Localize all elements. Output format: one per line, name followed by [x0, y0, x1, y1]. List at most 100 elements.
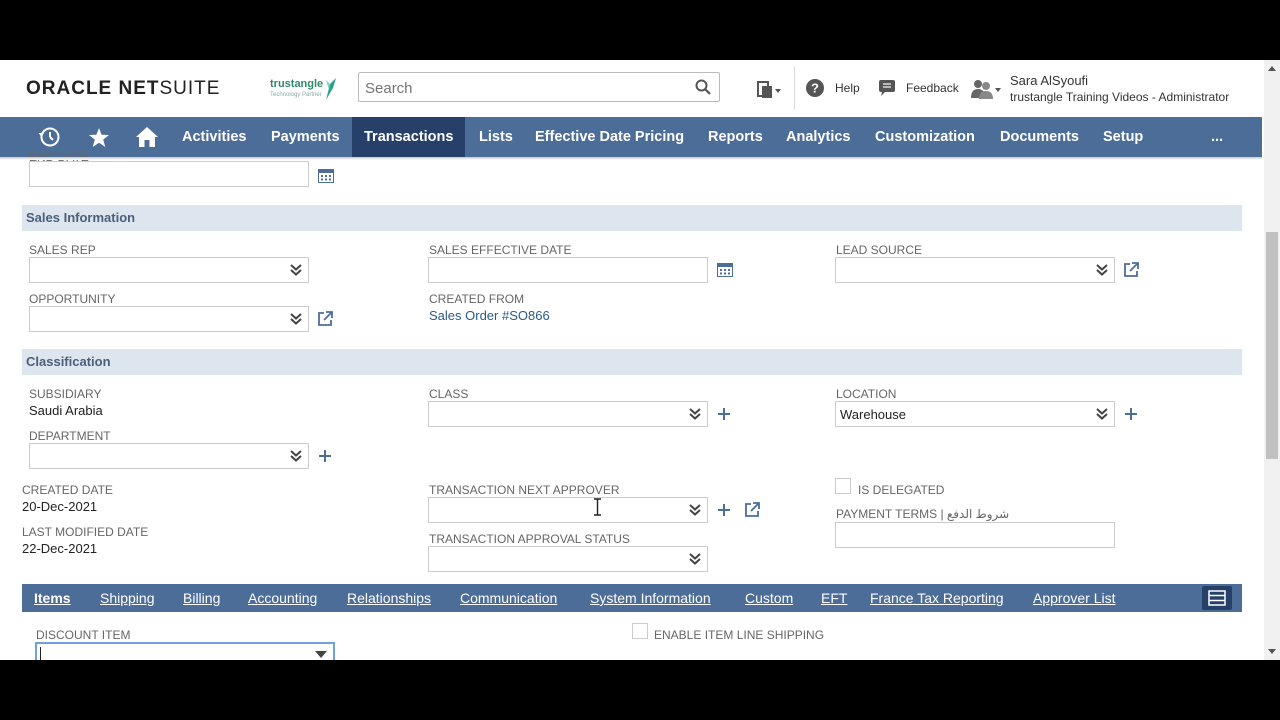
subtab-bar: Items Shipping Billing Accounting Relati…: [22, 584, 1242, 612]
class-label: CLASS: [429, 387, 469, 401]
opportunity-select[interactable]: [29, 306, 309, 332]
calendar-icon[interactable]: [318, 168, 334, 183]
nav-more[interactable]: ...: [1211, 117, 1223, 157]
subtab-shipping[interactable]: Shipping: [100, 590, 155, 606]
class-select[interactable]: [428, 401, 708, 427]
nav-effective-date-pricing[interactable]: Effective Date Pricing: [535, 117, 684, 157]
lead-source-label: LEAD SOURCE: [836, 243, 923, 257]
double-chevron-down-icon[interactable]: [689, 408, 701, 420]
nav-reports[interactable]: Reports: [708, 117, 763, 157]
help-icon[interactable]: ?: [806, 79, 824, 97]
subtab-custom[interactable]: Custom: [745, 590, 793, 606]
section-title: Sales Information: [26, 210, 136, 225]
double-chevron-down-icon[interactable]: [689, 553, 701, 565]
recent-records-icon[interactable]: [756, 80, 782, 100]
sales-information-section[interactable]: Sales Information: [22, 205, 1242, 231]
netsuite-window: ORACLE NETSUITE trustangle Technology Pa…: [0, 60, 1280, 660]
payment-terms-field[interactable]: [835, 522, 1115, 548]
nav-shadow: [0, 157, 1262, 160]
subsidiary-value: Saudi Arabia: [29, 403, 103, 418]
discount-item-select[interactable]: [35, 642, 335, 660]
location-select[interactable]: Warehouse: [835, 401, 1115, 427]
nav-setup[interactable]: Setup: [1103, 117, 1143, 157]
approval-status-label: TRANSACTION APPROVAL STATUS: [429, 532, 630, 546]
sales-rep-label: SALES REP: [29, 243, 96, 257]
enable-line-shipping-checkbox[interactable]: [632, 623, 648, 639]
feedback-link[interactable]: Feedback: [906, 81, 959, 95]
double-chevron-down-icon[interactable]: [290, 450, 302, 462]
scrollbar-thumb[interactable]: [1266, 232, 1278, 459]
end-date-field[interactable]: [29, 161, 309, 187]
subtab-relationships[interactable]: Relationships: [347, 590, 431, 606]
add-icon[interactable]: [318, 449, 332, 463]
double-chevron-down-icon[interactable]: [1096, 264, 1108, 276]
subtab-system-information[interactable]: System Information: [590, 590, 711, 606]
opportunity-label: OPPORTUNITY: [29, 292, 116, 306]
location-value: Warehouse: [840, 407, 906, 422]
chevron-down-icon[interactable]: [315, 651, 327, 659]
scroll-down-arrow[interactable]: [1268, 649, 1276, 654]
department-select[interactable]: [29, 443, 309, 469]
created-date-value: 20-Dec-2021: [22, 499, 98, 514]
home-icon[interactable]: [135, 126, 159, 148]
classification-section[interactable]: Classification: [22, 349, 1242, 375]
brand-name: trustangle: [270, 78, 324, 90]
nav-payments[interactable]: Payments: [271, 117, 340, 157]
created-from-label: CREATED FROM: [429, 292, 525, 306]
open-external-icon[interactable]: [317, 311, 333, 327]
is-delegated-checkbox[interactable]: [835, 478, 851, 494]
add-icon[interactable]: [1124, 407, 1138, 421]
user-roles-icon[interactable]: [970, 78, 1002, 100]
double-chevron-down-icon[interactable]: [1096, 408, 1108, 420]
add-icon[interactable]: [717, 503, 731, 517]
subtab-approver-list[interactable]: Approver List: [1033, 590, 1115, 606]
lead-source-select[interactable]: [835, 257, 1115, 283]
next-approver-select[interactable]: [428, 497, 708, 523]
nav-analytics[interactable]: Analytics: [786, 117, 850, 157]
double-chevron-down-icon[interactable]: [689, 504, 701, 516]
subtab-accounting[interactable]: Accounting: [248, 590, 317, 606]
global-search[interactable]: [358, 72, 720, 102]
sales-effective-date-label: SALES EFFECTIVE DATE: [429, 243, 572, 257]
feedback-icon[interactable]: [878, 80, 896, 97]
sales-effective-date-field[interactable]: [428, 257, 708, 283]
subtab-france-tax-reporting[interactable]: France Tax Reporting: [870, 590, 1004, 606]
nav-transactions[interactable]: Transactions: [352, 117, 466, 157]
created-from-link[interactable]: Sales Order #SO866: [429, 308, 550, 323]
location-label: LOCATION: [836, 387, 897, 401]
text-cursor-icon: [594, 498, 601, 516]
bird-icon: [326, 78, 336, 100]
nav-activities[interactable]: Activities: [182, 117, 246, 157]
nav-customization[interactable]: Customization: [875, 117, 975, 157]
open-external-icon[interactable]: [1123, 262, 1139, 278]
trustangle-logo: trustangle Technology Partner: [270, 74, 340, 104]
subtab-items[interactable]: Items: [34, 590, 71, 606]
double-chevron-down-icon[interactable]: [290, 264, 302, 276]
layout-list-icon[interactable]: [1208, 590, 1226, 606]
scroll-up-arrow[interactable]: [1268, 66, 1276, 71]
double-chevron-down-icon[interactable]: [290, 313, 302, 325]
search-input[interactable]: [363, 79, 687, 98]
subtab-communication[interactable]: Communication: [460, 590, 557, 606]
help-link[interactable]: Help: [835, 81, 860, 95]
search-icon[interactable]: [695, 79, 711, 95]
recent-history-icon[interactable]: [38, 126, 62, 148]
approval-status-select[interactable]: [428, 546, 708, 572]
calendar-icon[interactable]: [717, 262, 733, 277]
subtab-eft[interactable]: EFT: [821, 590, 847, 606]
nav-lists[interactable]: Lists: [479, 117, 513, 157]
is-delegated-label: IS DELEGATED: [858, 483, 945, 497]
sales-rep-select[interactable]: [29, 257, 309, 283]
open-external-icon[interactable]: [744, 502, 760, 518]
oracle-netsuite-logo[interactable]: ORACLE NETSUITE: [26, 78, 220, 100]
add-icon[interactable]: [717, 407, 731, 421]
header: ORACLE NETSUITE trustangle Technology Pa…: [0, 60, 1264, 117]
subtab-billing[interactable]: Billing: [183, 590, 220, 606]
subtab-layout-toggle[interactable]: [1202, 586, 1232, 610]
user-role[interactable]: trustangle Training Videos - Administrat…: [1010, 90, 1229, 104]
nav-documents[interactable]: Documents: [1000, 117, 1079, 157]
vertical-scrollbar[interactable]: [1264, 60, 1280, 660]
favorites-star-icon[interactable]: [88, 127, 110, 148]
created-date-label: CREATED DATE: [22, 483, 113, 497]
user-name[interactable]: Sara AlSyoufi: [1010, 73, 1088, 88]
